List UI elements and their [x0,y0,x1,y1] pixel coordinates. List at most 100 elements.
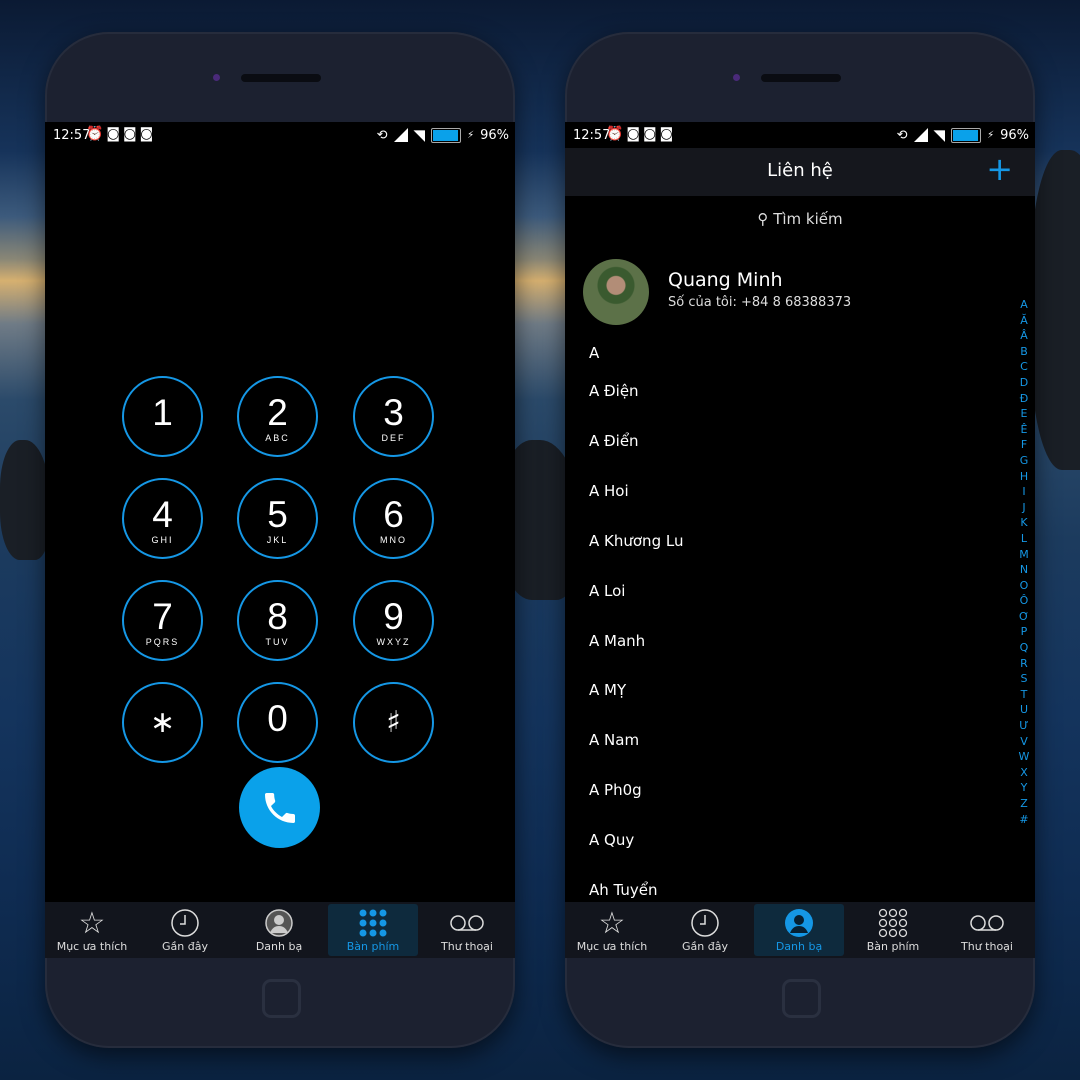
alphabet-letter[interactable]: L [1017,531,1031,547]
tab-contacts[interactable]: Danh bạ [754,904,844,956]
alphabet-letter[interactable]: J [1017,500,1031,516]
tab-favorites[interactable]: ☆ Mục ưa thích [47,904,137,956]
alphabet-letter[interactable]: Ô [1017,593,1031,609]
contact-row[interactable]: A Điện [589,382,639,400]
contact-row[interactable]: A Quy [589,831,634,849]
dialpad-key[interactable]: 2 ABC [237,376,318,457]
contact-row[interactable]: A MỴ [589,681,626,699]
avatar [583,259,649,325]
charging-icon: ⚡ [987,129,995,141]
tab-keypad[interactable]: Bàn phím [328,904,418,956]
key-digit: 9 [383,596,404,637]
alphabet-letter[interactable]: A [1017,297,1031,313]
tab-keypad[interactable]: Bàn phím [848,904,938,956]
alphabet-letter[interactable]: T [1017,687,1031,703]
key-letters: TUV [265,637,290,647]
alphabet-letter[interactable]: I [1017,484,1031,500]
alphabet-letter[interactable]: Ư [1017,718,1031,734]
dialpad-key[interactable]: 5 JKL [237,478,318,559]
contact-row[interactable]: A Loi [589,582,625,600]
home-button[interactable] [262,979,301,1018]
tab-favorites[interactable]: ☆ Mục ưa thích [567,904,657,956]
alphabet-letter[interactable]: # [1017,812,1031,828]
contact-row[interactable]: A Nam [589,731,639,749]
phone-icon [264,792,295,823]
key-digit: 8 [267,596,288,637]
contact-row[interactable]: A Hoi [589,482,629,500]
alphabet-letter[interactable]: W [1017,749,1031,765]
alphabet-letter[interactable]: Y [1017,780,1031,796]
alphabet-letter[interactable]: X [1017,765,1031,781]
alphabet-letter[interactable]: U [1017,702,1031,718]
alphabet-letter[interactable]: M [1017,547,1031,563]
key-digit: 1 [152,392,173,433]
alphabet-index[interactable]: A Ă Â B C D Đ E Ê F G H I J K L M N O Ô Ơ P Q R S T U Ư V W X Y Z # [1017,297,1031,827]
dialpad-key[interactable]: ♯ [353,682,434,763]
key-letters: PQRS [145,637,180,647]
dialpad-key[interactable]: 4 GHI [122,478,203,559]
alphabet-letter[interactable]: P [1017,624,1031,640]
tab-voicemail[interactable]: Thư thoại [422,904,512,956]
key-digit: ♯ [386,705,401,740]
alphabet-letter[interactable]: H [1017,469,1031,485]
add-contact-button[interactable]: + [986,152,1013,186]
dialpad-key[interactable]: 0 [237,682,318,763]
dialpad-key[interactable]: 7 PQRS [122,580,203,661]
home-button[interactable] [782,979,821,1018]
alphabet-letter[interactable]: Â [1017,328,1031,344]
dialpad-key[interactable]: ∗ [122,682,203,763]
dialpad-key[interactable]: 3 DEF [353,376,434,457]
my-name: Quang Minh [668,269,783,291]
search-placeholder: Tìm kiếm [773,210,843,228]
key-letters: GHI [151,535,174,545]
alphabet-letter[interactable]: N [1017,562,1031,578]
contact-row[interactable]: A Ph0g [589,781,642,799]
tab-voicemail[interactable]: Thư thoại [942,904,1032,956]
dialpad-key[interactable]: 6 MNO [353,478,434,559]
status-right: ⟲ ◥ ⚡ 96% [377,126,509,144]
alphabet-letter[interactable]: F [1017,437,1031,453]
page-title: Liên hệ [767,160,833,181]
contact-person-icon [234,908,324,940]
contacts-header: Liên hệ + [565,148,1035,196]
dialpad-key[interactable]: 8 TUV [237,580,318,661]
dialpad-key[interactable]: 1 [122,376,203,457]
wifi-icon: ◥ [933,126,946,144]
alphabet-letter[interactable]: B [1017,344,1031,360]
alphabet-letter[interactable]: O [1017,578,1031,594]
contact-row[interactable]: Ah Tuyển [589,881,658,899]
alphabet-letter[interactable]: S [1017,671,1031,687]
battery-icon [431,127,462,143]
tab-recents[interactable]: Gần đây [660,904,750,956]
alphabet-letter[interactable]: G [1017,453,1031,469]
tab-recents[interactable]: Gần đây [140,904,230,956]
alphabet-letter[interactable]: D [1017,375,1031,391]
key-letters: WXYZ [376,637,411,647]
alphabet-letter[interactable]: E [1017,406,1031,422]
alphabet-letter[interactable]: Ê [1017,422,1031,438]
contact-row[interactable]: A Manh [589,632,645,650]
alphabet-letter[interactable]: Đ [1017,391,1031,407]
contact-row[interactable]: A Khương Lu [589,532,683,550]
alphabet-letter[interactable]: R [1017,656,1031,672]
alphabet-letter[interactable]: V [1017,734,1031,750]
alphabet-letter[interactable]: C [1017,359,1031,375]
contact-row[interactable]: A Điển [589,432,639,450]
earpiece-speaker [241,74,321,82]
phone-dialer: 12:57 ⏰◙◙◙ ⟲ ◥ ⚡ 96% 1 2 ABC 3 DEF 4 GHI 5 JKL 6 M… [45,32,515,1048]
alphabet-letter[interactable]: K [1017,515,1031,531]
search-field[interactable]: ⚲ Tìm kiếm [565,210,1035,228]
rotation-icon: ⟲ [376,127,388,143]
alphabet-letter[interactable]: Z [1017,796,1031,812]
front-camera [733,74,740,81]
alphabet-letter[interactable]: Ơ [1017,609,1031,625]
call-button[interactable] [239,767,320,848]
signal-icon [913,128,928,142]
background-rock [0,440,50,560]
tab-contacts[interactable]: Danh bạ [234,904,324,956]
key-letters: ABC [265,433,290,443]
alphabet-letter[interactable]: Q [1017,640,1031,656]
dialpad-key[interactable]: 9 WXYZ [353,580,434,661]
alphabet-letter[interactable]: Ă [1017,313,1031,329]
my-card[interactable]: Quang Minh Số của tôi: +84 8 68388373 [583,259,1035,329]
